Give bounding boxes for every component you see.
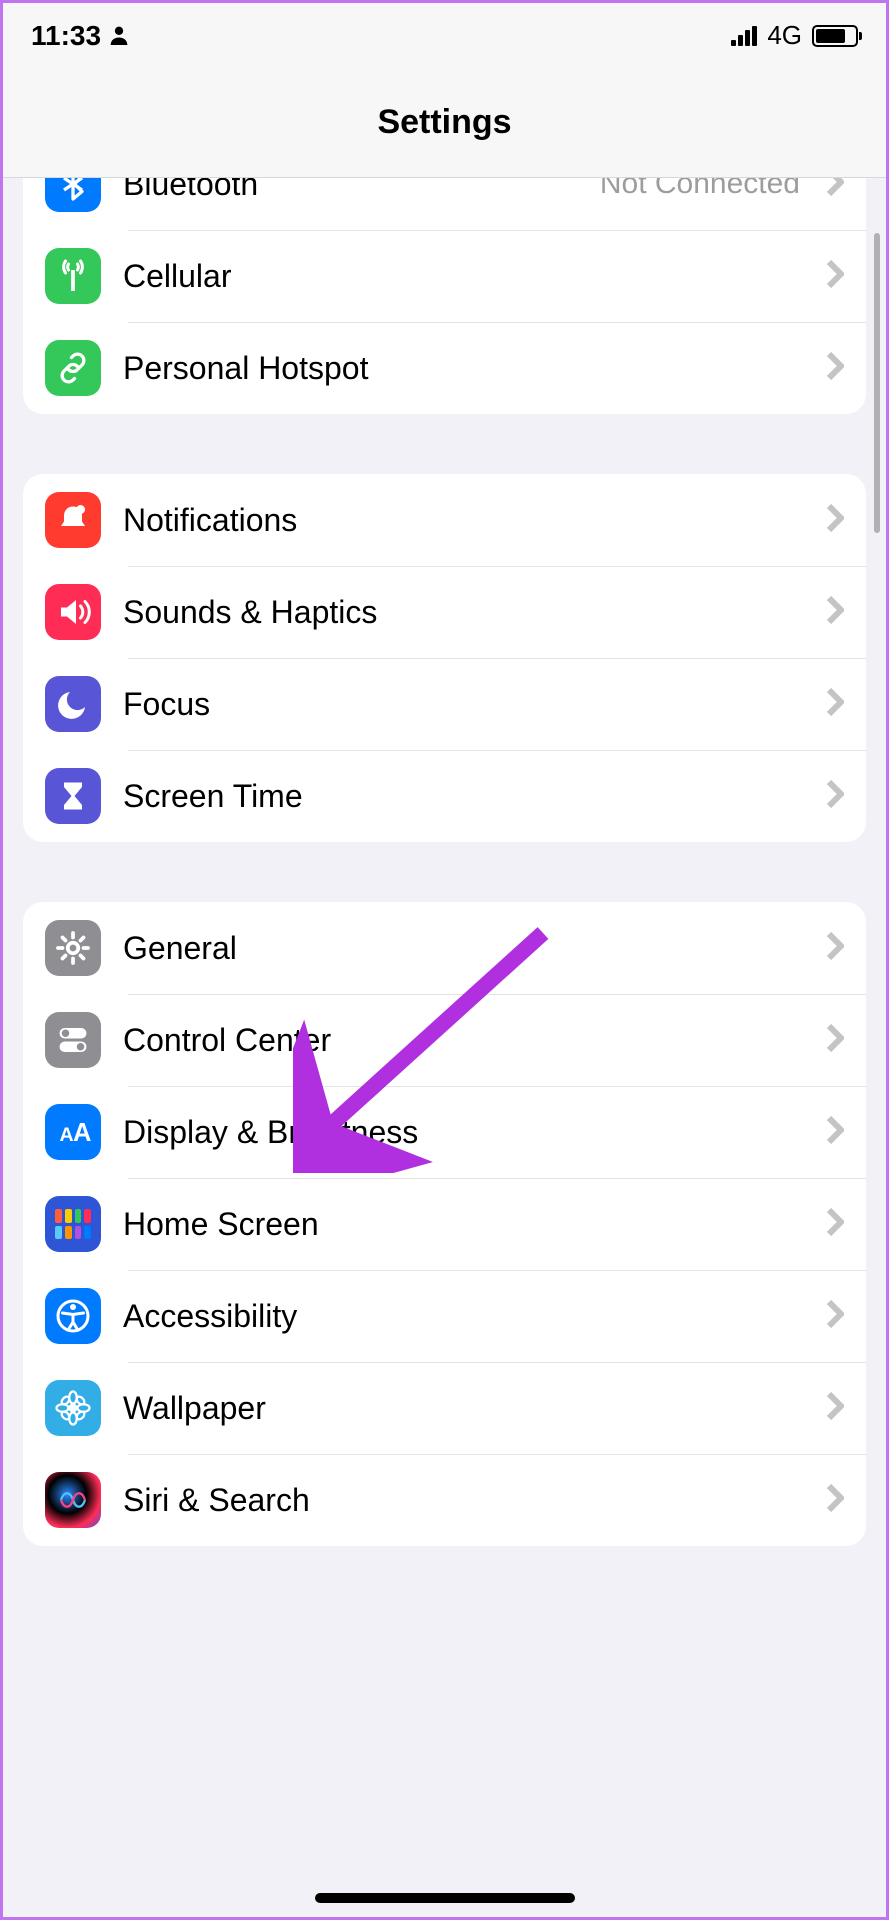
row-value: Not Connected (600, 178, 800, 201)
row-label: Siri & Search (123, 1482, 804, 1519)
scrollbar[interactable] (874, 233, 880, 533)
settings-row-general[interactable]: General (23, 902, 866, 994)
siri-icon (45, 1472, 101, 1528)
row-label: Cellular (123, 258, 804, 295)
row-label: Screen Time (123, 778, 804, 815)
toggles-icon (45, 1012, 101, 1068)
network-label: 4G (767, 20, 802, 51)
row-label: Wallpaper (123, 1390, 804, 1427)
svg-text:A: A (60, 1124, 74, 1146)
hourglass-icon (45, 768, 101, 824)
status-left: 11:33 (31, 20, 129, 52)
home-indicator[interactable] (315, 1893, 575, 1903)
cellular-signal-icon (731, 26, 757, 46)
row-label: Accessibility (123, 1298, 804, 1335)
settings-row-focus[interactable]: Focus (23, 658, 866, 750)
status-time: 11:33 (31, 20, 101, 52)
page-title: Settings (377, 103, 511, 142)
settings-group: General Control Center AA Display & Brightn… (23, 902, 866, 1546)
chevron-right-icon (826, 1115, 844, 1150)
profile-icon (109, 20, 129, 52)
chevron-right-icon (826, 1483, 844, 1518)
chevron-right-icon (826, 503, 844, 538)
settings-row-screentime[interactable]: Screen Time (23, 750, 866, 842)
chevron-right-icon (826, 351, 844, 386)
chevron-right-icon (826, 1207, 844, 1242)
row-label: Notifications (123, 502, 804, 539)
chevron-right-icon (826, 259, 844, 294)
settings-row-homescreen[interactable]: Home Screen (23, 1178, 866, 1270)
row-label: General (123, 930, 804, 967)
settings-row-controlcenter[interactable]: Control Center (23, 994, 866, 1086)
chevron-right-icon (826, 595, 844, 630)
settings-row-bluetooth[interactable]: Bluetooth Not Connected (23, 178, 866, 230)
flower-icon (45, 1380, 101, 1436)
chevron-right-icon (826, 931, 844, 966)
battery-icon (812, 25, 858, 47)
settings-row-cellular[interactable]: Cellular (23, 230, 866, 322)
row-label: Sounds & Haptics (123, 594, 804, 631)
row-label: Bluetooth (123, 178, 578, 203)
row-label: Control Center (123, 1022, 804, 1059)
row-label: Focus (123, 686, 804, 723)
gear-icon (45, 920, 101, 976)
link-icon (45, 340, 101, 396)
antenna-icon (45, 248, 101, 304)
status-bar: 11:33 4G (3, 3, 886, 68)
settings-row-sounds[interactable]: Sounds & Haptics (23, 566, 866, 658)
settings-row-accessibility[interactable]: Accessibility (23, 1270, 866, 1362)
settings-row-hotspot[interactable]: Personal Hotspot (23, 322, 866, 414)
aa-icon: AA (45, 1104, 101, 1160)
accessibility-icon (45, 1288, 101, 1344)
row-label: Display & Brightness (123, 1114, 804, 1151)
grid-icon (45, 1196, 101, 1252)
chevron-right-icon (826, 1023, 844, 1058)
status-right: 4G (731, 20, 858, 51)
settings-row-notifications[interactable]: Notifications (23, 474, 866, 566)
nav-header: Settings (3, 68, 886, 178)
chevron-right-icon (826, 178, 844, 202)
settings-row-display[interactable]: AA Display & Brightness (23, 1086, 866, 1178)
svg-text:A: A (73, 1119, 91, 1147)
bluetooth-icon (45, 178, 101, 212)
phone-frame: 11:33 4G Settings Bluetooth Not Connected… (3, 3, 886, 1917)
settings-row-wallpaper[interactable]: Wallpaper (23, 1362, 866, 1454)
moon-icon (45, 676, 101, 732)
speaker-icon (45, 584, 101, 640)
settings-scroll-area[interactable]: Bluetooth Not Connected Cellular Personal H… (3, 178, 886, 1917)
row-label: Home Screen (123, 1206, 804, 1243)
chevron-right-icon (826, 779, 844, 814)
bell-icon (45, 492, 101, 548)
chevron-right-icon (826, 1299, 844, 1334)
settings-row-siri[interactable]: Siri & Search (23, 1454, 866, 1546)
chevron-right-icon (826, 687, 844, 722)
row-label: Personal Hotspot (123, 350, 804, 387)
chevron-right-icon (826, 1391, 844, 1426)
settings-group: Notifications Sounds & Haptics Focus Screen… (23, 474, 866, 842)
settings-group: Bluetooth Not Connected Cellular Personal H… (23, 178, 866, 414)
